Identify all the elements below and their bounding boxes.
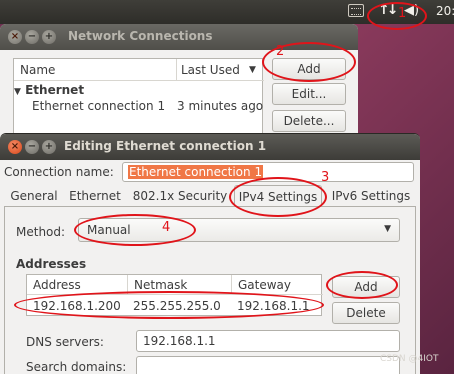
window-title: Editing Ethernet connection 1: [64, 139, 267, 153]
tab-ipv4-settings[interactable]: IPv4 Settings: [234, 185, 322, 208]
dns-servers-label: DNS servers:: [26, 335, 104, 349]
addresses-heading: Addresses: [16, 257, 87, 271]
connection-last-used: 3 minutes ago: [177, 99, 264, 113]
network-window-titlebar[interactable]: × − + Network Connections: [0, 24, 358, 50]
annotation-number-4: 4: [162, 220, 171, 235]
tab-8021x-security[interactable]: 802.1x Security: [130, 187, 230, 207]
column-name[interactable]: Name: [14, 59, 176, 81]
sort-arrow-icon: ▼: [249, 65, 256, 75]
clock[interactable]: 20:: [436, 4, 454, 18]
maximize-icon[interactable]: +: [42, 140, 56, 154]
annotation-number-2: 2: [276, 44, 285, 59]
network-icon[interactable]: ↑↓: [378, 2, 399, 18]
tab-ethernet[interactable]: Ethernet: [66, 187, 124, 207]
annotation-number-1: 1: [398, 6, 407, 21]
addresses-table[interactable]: Address Netmask Gateway 192.168.1.200 25…: [26, 274, 323, 316]
delete-address-button[interactable]: Delete: [332, 302, 400, 324]
tab-ipv6-settings[interactable]: IPv6 Settings: [328, 187, 414, 207]
search-domains-label: Search domains:: [26, 360, 127, 374]
expander-icon[interactable]: ▼: [14, 87, 21, 97]
column-gateway: Gateway: [231, 275, 323, 295]
connection-name-field[interactable]: Ethernet connection 1: [122, 162, 414, 182]
address-cell[interactable]: 192.168.1.200: [27, 297, 121, 315]
connection-name-value: Ethernet connection 1: [128, 165, 264, 179]
close-icon[interactable]: ×: [8, 30, 22, 44]
top-panel: ↑↓ ◀) 20:: [0, 0, 454, 24]
method-value: Manual: [87, 223, 131, 237]
annotation-number-3: 3: [321, 170, 330, 185]
add-connection-button[interactable]: Add: [272, 58, 346, 80]
method-label: Method:: [16, 225, 66, 239]
tab-general[interactable]: General: [8, 187, 60, 207]
connection-name-label: Connection name:: [4, 165, 114, 179]
watermark: CSDN @4IOT: [380, 354, 439, 364]
group-ethernet[interactable]: ▼ Ethernet: [14, 83, 84, 97]
group-label: Ethernet: [25, 83, 85, 97]
keyboard-icon[interactable]: [348, 4, 364, 17]
connection-list[interactable]: Name Last Used ▼ ▼ Ethernet Ethernet con…: [13, 58, 264, 144]
search-domains-field[interactable]: [136, 356, 400, 374]
delete-connection-button[interactable]: Delete...: [272, 110, 346, 132]
gateway-cell[interactable]: 192.168.1.1: [231, 297, 310, 315]
window-title: Network Connections: [68, 29, 213, 43]
column-address: Address: [27, 275, 127, 295]
column-last-used-label: Last Used: [181, 63, 240, 77]
settings-tabs: General Ethernet 802.1x Security IPv4 Se…: [0, 185, 420, 208]
add-address-button[interactable]: Add: [332, 276, 400, 298]
editing-connection-window: × − + Editing Ethernet connection 1 Conn…: [0, 133, 420, 374]
network-connections-window: × − + Network Connections Name Last Used…: [0, 24, 358, 144]
connection-name: Ethernet connection 1: [32, 99, 166, 113]
chevron-down-icon: ▼: [384, 224, 391, 234]
minimize-icon[interactable]: −: [25, 140, 39, 154]
edit-connection-button[interactable]: Edit...: [272, 83, 346, 105]
column-netmask: Netmask: [127, 275, 231, 295]
column-last-used[interactable]: Last Used ▼: [176, 59, 264, 81]
edit-window-titlebar[interactable]: × − + Editing Ethernet connection 1: [0, 134, 420, 160]
list-item[interactable]: Ethernet connection 1 3 minutes ago: [32, 99, 264, 113]
dns-servers-value: 192.168.1.1: [143, 334, 216, 348]
maximize-icon[interactable]: +: [42, 30, 56, 44]
netmask-cell[interactable]: 255.255.255.0: [127, 297, 221, 315]
method-dropdown[interactable]: Manual ▼: [78, 218, 400, 242]
dns-servers-field[interactable]: 192.168.1.1: [136, 330, 400, 352]
minimize-icon[interactable]: −: [25, 30, 39, 44]
close-icon[interactable]: ×: [8, 140, 22, 154]
